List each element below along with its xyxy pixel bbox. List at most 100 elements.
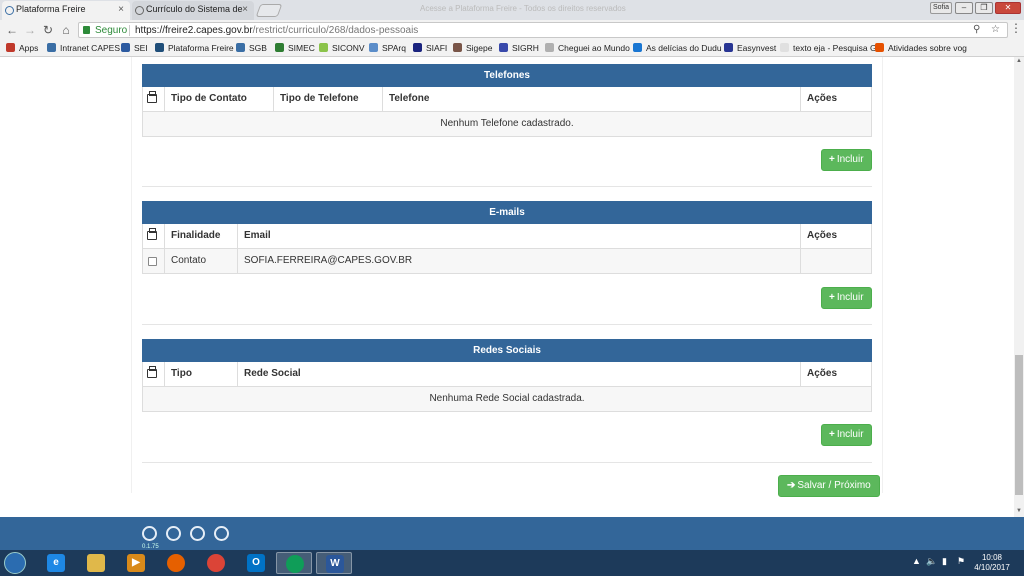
siconv-icon <box>319 43 328 52</box>
address-bar[interactable]: Seguro https://freire2.capes.gov.br/rest… <box>78 22 1008 38</box>
new-tab-button[interactable] <box>255 4 283 17</box>
column-finalidade: Finalidade <box>164 224 238 248</box>
add-telefone-label: Incluir <box>836 154 864 165</box>
arrow-right-icon: ➔ <box>787 480 796 491</box>
telefones-table-header: Tipo de Contato Tipo de Telefone Telefon… <box>142 87 872 112</box>
translate-icon[interactable]: ⚲ <box>973 24 980 35</box>
maximize-button[interactable]: ❐ <box>975 2 993 14</box>
tab-plataforma-freire[interactable]: Plataforma Freire × <box>2 1 130 20</box>
taskbar-clock[interactable]: 10:08 4/10/2017 <box>972 553 1012 573</box>
taskbar-word[interactable]: W <box>316 552 352 574</box>
firefox-icon <box>167 554 185 572</box>
column-acoes: Ações <box>800 224 871 248</box>
bookmark-sparq[interactable]: SPArq <box>369 43 406 53</box>
bookmark-label: SGB <box>249 43 267 53</box>
bookmark-sigrh[interactable]: SIGRH <box>499 43 539 53</box>
plus-icon: + <box>829 154 835 165</box>
bookmark-sgb[interactable]: SGB <box>236 43 267 53</box>
section-divider <box>142 324 872 325</box>
start-button[interactable] <box>4 552 26 574</box>
bookmark-label: SICONV <box>332 43 365 53</box>
bookmark-star-icon[interactable]: ☆ <box>991 24 1000 35</box>
bookmark-label: Apps <box>19 43 39 53</box>
lock-icon <box>83 26 90 34</box>
profile-button[interactable]: Sofia <box>930 2 952 14</box>
taskbar-chrome[interactable] <box>198 552 234 574</box>
bookmark-label: SIAFI <box>426 43 448 53</box>
forward-arrow-icon[interactable]: → <box>22 22 38 38</box>
bookmark-texto-eja[interactable]: texto eja - Pesquisa G <box>780 43 877 53</box>
bookmark-delicias-do-dudu[interactable]: As delícias do Dudu <box>633 43 722 53</box>
row-checkbox[interactable] <box>148 257 157 266</box>
add-rede-social-button[interactable]: + Incluir <box>821 424 872 446</box>
save-next-button[interactable]: ➔ Salvar / Próximo <box>778 475 880 497</box>
taskbar-file-explorer[interactable] <box>78 552 114 574</box>
safari-browser-icon <box>214 526 229 541</box>
bookmark-simec[interactable]: SIMEC <box>275 43 315 53</box>
url-host: https://freire2.capes.gov.br <box>135 25 253 36</box>
home-icon[interactable]: ⌂ <box>58 22 74 38</box>
minimize-button[interactable]: ‒ <box>955 2 973 14</box>
taskbar-firefox[interactable] <box>158 552 194 574</box>
taskbar-media-player[interactable]: ▶ <box>118 552 154 574</box>
taskbar-internet-explorer[interactable]: e <box>38 552 74 574</box>
scroll-down-arrow-icon[interactable]: ▼ <box>1015 508 1023 516</box>
bookmark-atividades-sobre-vog[interactable]: Atividades sobre vog <box>875 43 967 53</box>
bookmark-intranet-capes[interactable]: Intranet CAPES <box>47 43 120 53</box>
plataforma-freire-favicon-icon <box>5 6 14 15</box>
redes-sociais-empty-row: Nenhuma Rede Social cadastrada. <box>142 387 872 412</box>
simec-icon <box>275 43 284 52</box>
save-next-label: Salvar / Próximo <box>797 480 871 491</box>
folder-icon <box>87 554 105 572</box>
column-rede-social: Rede Social <box>237 362 801 386</box>
sei-icon <box>121 43 130 52</box>
sgb-icon <box>236 43 245 52</box>
volume-icon[interactable]: 🔈 <box>926 556 937 567</box>
taskbar-outlook[interactable]: O <box>238 552 274 574</box>
secure-label: Seguro <box>95 25 128 36</box>
firefox-browser-icon <box>166 526 181 541</box>
gear-favicon-icon <box>135 6 144 15</box>
close-tab-icon[interactable]: × <box>242 4 248 15</box>
tab-curriculo[interactable]: Currículo do Sistema de × <box>132 1 254 20</box>
google-icon <box>780 43 789 52</box>
show-hidden-icons-icon[interactable]: ▲ <box>912 556 921 566</box>
bookmark-siconv[interactable]: SICONV <box>319 43 365 53</box>
delicias-do-dudu-icon <box>633 43 642 52</box>
plataforma-freire-icon <box>155 43 164 52</box>
action-center-icon[interactable]: ⚑ <box>957 556 965 567</box>
bookmark-apps[interactable]: Apps <box>6 43 38 53</box>
print-icon[interactable] <box>147 228 157 240</box>
print-icon[interactable] <box>147 366 157 378</box>
taskbar-chrome-active[interactable] <box>276 552 312 574</box>
plus-icon: + <box>829 429 835 440</box>
bookmark-label: Easynvest <box>737 43 777 53</box>
bookmark-easynvest[interactable]: Easynvest <box>724 43 776 53</box>
telefones-empty-row: Nenhum Telefone cadastrado. <box>142 112 872 137</box>
close-tab-icon[interactable]: × <box>118 4 124 15</box>
emails-header: E-mails <box>142 201 872 224</box>
bookmark-siafi[interactable]: SIAFI <box>413 43 447 53</box>
page-scrollbar[interactable]: ▲ ▼ <box>1014 57 1024 517</box>
reload-icon[interactable]: ↻ <box>40 22 56 38</box>
add-telefone-button[interactable]: + Incluir <box>821 149 872 171</box>
print-icon[interactable] <box>147 91 157 103</box>
apps-grid-icon <box>6 43 15 52</box>
close-window-button[interactable]: ✕ <box>995 2 1021 14</box>
bookmark-label: Intranet CAPES <box>60 43 121 53</box>
bookmark-cheguei-ao-mundo[interactable]: Cheguei ao Mundo <box>545 43 630 53</box>
bookmark-sigepe[interactable]: Sigepe <box>453 43 492 53</box>
bookmark-plataforma-freire[interactable]: Plataforma Freire <box>155 43 234 53</box>
back-arrow-icon[interactable]: ← <box>4 22 20 38</box>
bookmark-label: As delícias do Dudu <box>646 43 722 53</box>
browser-menu-icon[interactable]: ⋮ <box>1010 21 1022 35</box>
bookmarks-bar: Apps Intranet CAPES SEI Plataforma Freir… <box>0 40 1024 57</box>
url-path: /restrict/curriculo/268/dados-pessoais <box>252 25 419 36</box>
add-email-button[interactable]: + Incluir <box>821 287 872 309</box>
scroll-thumb[interactable] <box>1015 355 1023 495</box>
network-icon[interactable]: ▮ <box>942 556 947 567</box>
scroll-up-arrow-icon[interactable]: ▲ <box>1015 58 1023 66</box>
bookmark-sei[interactable]: SEI <box>121 43 148 53</box>
print-column <box>143 224 165 248</box>
print-column <box>143 87 165 111</box>
